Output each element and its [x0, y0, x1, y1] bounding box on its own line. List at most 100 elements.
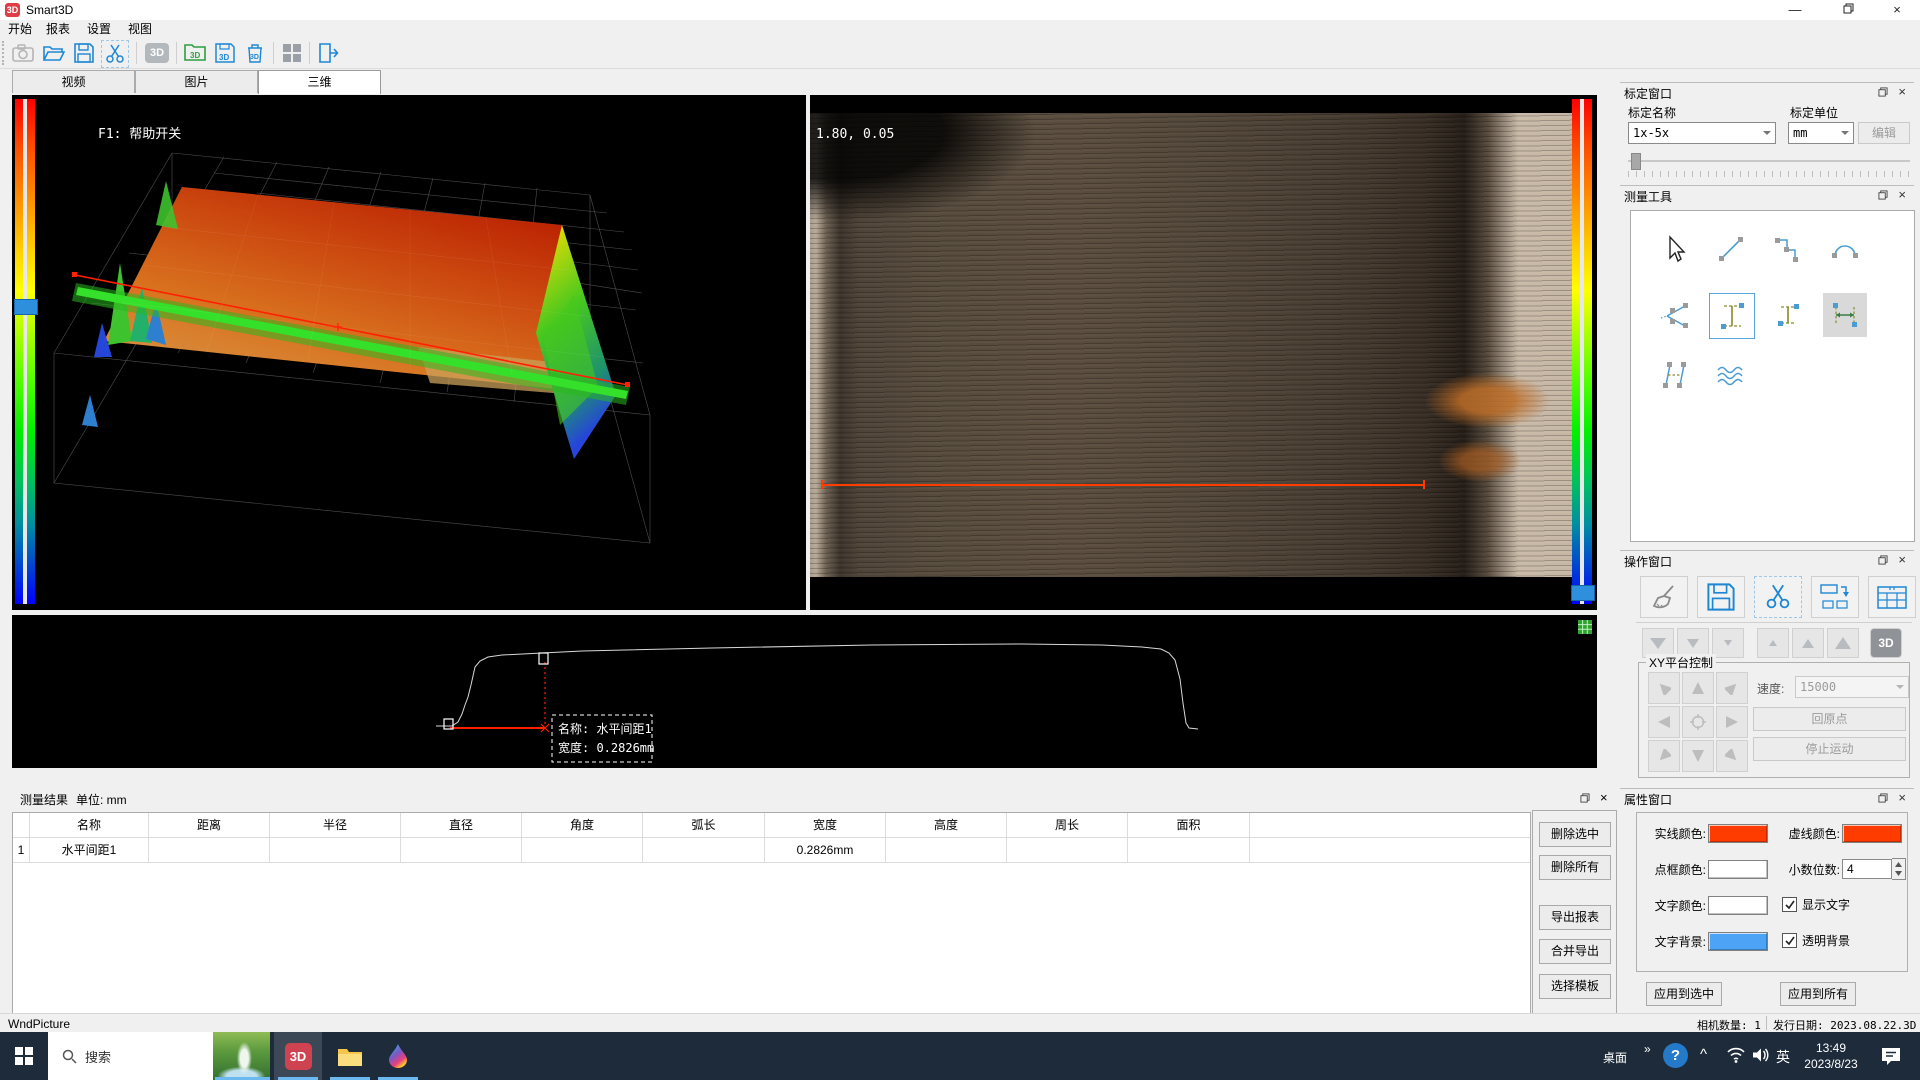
search-highlight-image[interactable] — [213, 1032, 270, 1080]
center-home-button[interactable] — [1682, 706, 1714, 738]
move-up-large-button[interactable] — [1827, 628, 1859, 658]
exit-button[interactable] — [315, 40, 341, 66]
return-origin-button[interactable]: 回原点 — [1753, 707, 1906, 731]
transparent-bg-checkbox[interactable] — [1782, 933, 1797, 948]
move-down-left-button[interactable] — [1648, 740, 1680, 772]
line-tool[interactable] — [1709, 227, 1753, 271]
properties-panel-header[interactable]: 属性窗口 × — [1620, 788, 1914, 807]
vertical-distance-tool[interactable] — [1709, 293, 1755, 339]
speed-select[interactable]: 15000 — [1795, 676, 1909, 698]
tab-picture[interactable]: 图片 — [135, 70, 258, 93]
save-3d-button[interactable]: 3D — [212, 40, 238, 66]
close-panel-icon[interactable]: × — [1898, 790, 1906, 805]
tab-video[interactable]: 视频 — [12, 70, 135, 93]
toolbar-grip[interactable] — [2, 41, 7, 65]
delete-all-button[interactable]: 删除所有 — [1539, 855, 1611, 880]
open-3d-button[interactable]: 3D — [182, 40, 208, 66]
measurement-endpoint[interactable] — [821, 480, 823, 489]
layout-button[interactable] — [279, 40, 305, 66]
export-report-button[interactable]: 导出报表 — [1539, 905, 1611, 930]
column-header-distance[interactable]: 距离 — [149, 813, 270, 837]
parallel-distance-tool[interactable] — [1653, 353, 1697, 397]
clear-button[interactable] — [1640, 576, 1688, 618]
input-language-indicator[interactable]: 英 — [1776, 1047, 1790, 1067]
calibration-unit-select[interactable]: mm — [1788, 122, 1854, 144]
column-header-height[interactable]: 高度 — [886, 813, 1007, 837]
help-tray-icon[interactable]: ? — [1663, 1043, 1688, 1068]
close-button[interactable]: × — [1874, 0, 1920, 20]
minimize-button[interactable]: — — [1772, 0, 1818, 20]
column-header-radius[interactable]: 半径 — [270, 813, 401, 837]
calibration-name-select[interactable]: 1x-5x — [1628, 122, 1776, 144]
move-left-button[interactable] — [1648, 706, 1680, 738]
measurement-line[interactable] — [822, 484, 1425, 486]
merge-export-button[interactable]: 合并导出 — [1539, 939, 1611, 964]
stop-motion-button[interactable]: 停止运动 — [1753, 737, 1906, 761]
angle-tool[interactable] — [1653, 293, 1697, 337]
column-header-area[interactable]: 面积 — [1128, 813, 1250, 837]
microscope-image-view[interactable]: 1.80, 0.05 — [810, 95, 1597, 610]
move-down-right-button[interactable] — [1716, 740, 1748, 772]
apply-selected-button[interactable]: 应用到选中 — [1646, 982, 1722, 1006]
table-row[interactable]: 1 水平间距1 0.2826mm — [13, 838, 1530, 863]
column-header-width[interactable]: 宽度 — [765, 813, 886, 837]
profile-chart-panel[interactable]: 名称: 水平间距1 宽度: 0.2826mm — [12, 615, 1597, 768]
move-up-small-button[interactable] — [1757, 628, 1789, 658]
notification-icon[interactable] — [1880, 1046, 1902, 1066]
column-header-perimeter[interactable]: 周长 — [1007, 813, 1128, 837]
close-panel-icon[interactable]: × — [1898, 187, 1906, 202]
menu-start[interactable]: 开始 — [4, 21, 36, 37]
calibration-slider-track[interactable] — [1628, 160, 1910, 162]
menu-settings[interactable]: 设置 — [83, 21, 115, 37]
move-up-right-button[interactable] — [1716, 672, 1748, 704]
move-right-button[interactable] — [1716, 706, 1748, 738]
decimal-spinner[interactable]: 4 — [1842, 859, 1892, 879]
polyline-tool[interactable] — [1766, 227, 1810, 271]
menu-view[interactable]: 视图 — [124, 21, 156, 37]
operation-panel-header[interactable]: 操作窗口 × — [1620, 550, 1914, 569]
column-header-arclength[interactable]: 弧长 — [643, 813, 765, 837]
taskbar-app-smart3d[interactable]: 3D — [274, 1032, 322, 1080]
column-header-diameter[interactable]: 直径 — [401, 813, 522, 837]
tools-panel-header[interactable]: 测量工具 × — [1620, 185, 1914, 204]
wave-tool[interactable] — [1709, 353, 1753, 397]
measurement-endpoint[interactable] — [1423, 480, 1425, 489]
text-bg-swatch[interactable] — [1708, 932, 1768, 951]
desktop-label[interactable]: 桌面 — [1603, 1049, 1627, 1066]
save-result-button[interactable] — [1697, 576, 1745, 618]
height-tool[interactable] — [1766, 293, 1810, 337]
move-down-button[interactable] — [1682, 740, 1714, 772]
speaker-icon[interactable] — [1752, 1047, 1770, 1063]
results-table[interactable]: 名称 距离 半径 直径 角度 弧长 宽度 高度 周长 面积 1 水平间距1 0.… — [12, 812, 1531, 1014]
horizontal-distance-tool[interactable] — [1823, 293, 1867, 337]
select-template-button[interactable]: 选择模板 — [1539, 974, 1611, 999]
show-text-checkbox[interactable] — [1782, 897, 1797, 912]
open-button[interactable] — [41, 40, 67, 66]
point-color-swatch[interactable] — [1708, 860, 1768, 879]
show-hidden-icons[interactable]: ^ — [1700, 1046, 1707, 1063]
taskbar-search[interactable]: 搜索 — [48, 1032, 270, 1080]
cut-result-button[interactable] — [1754, 576, 1802, 618]
camera-button[interactable] — [10, 40, 36, 66]
close-panel-icon[interactable]: × — [1898, 84, 1906, 99]
close-panel-icon[interactable]: × — [1600, 790, 1608, 805]
save-button[interactable] — [71, 40, 97, 66]
float-panel-icon[interactable] — [1878, 190, 1888, 200]
close-panel-icon[interactable]: × — [1898, 552, 1906, 567]
apply-all-button[interactable]: 应用到所有 — [1780, 982, 1856, 1006]
spinner-buttons[interactable] — [1892, 858, 1906, 880]
column-header-angle[interactable]: 角度 — [522, 813, 643, 837]
calibration-slider-handle[interactable] — [1631, 153, 1641, 170]
arc-tool[interactable] — [1823, 227, 1867, 271]
wifi-icon[interactable] — [1727, 1047, 1745, 1063]
taskbar-app-paint3d[interactable] — [374, 1032, 422, 1080]
3d-surface-view[interactable]: F1: 帮助开关 — [12, 95, 806, 610]
restore-button[interactable] — [1825, 0, 1871, 20]
float-panel-icon[interactable] — [1580, 793, 1590, 803]
float-panel-icon[interactable] — [1878, 793, 1888, 803]
solid-color-swatch[interactable] — [1708, 824, 1768, 843]
column-header-name[interactable]: 名称 — [30, 813, 149, 837]
move-down-small-button[interactable] — [1712, 628, 1744, 658]
clock[interactable]: 13:49 2023/8/23 — [1800, 1040, 1862, 1072]
cut-button[interactable] — [101, 40, 129, 68]
